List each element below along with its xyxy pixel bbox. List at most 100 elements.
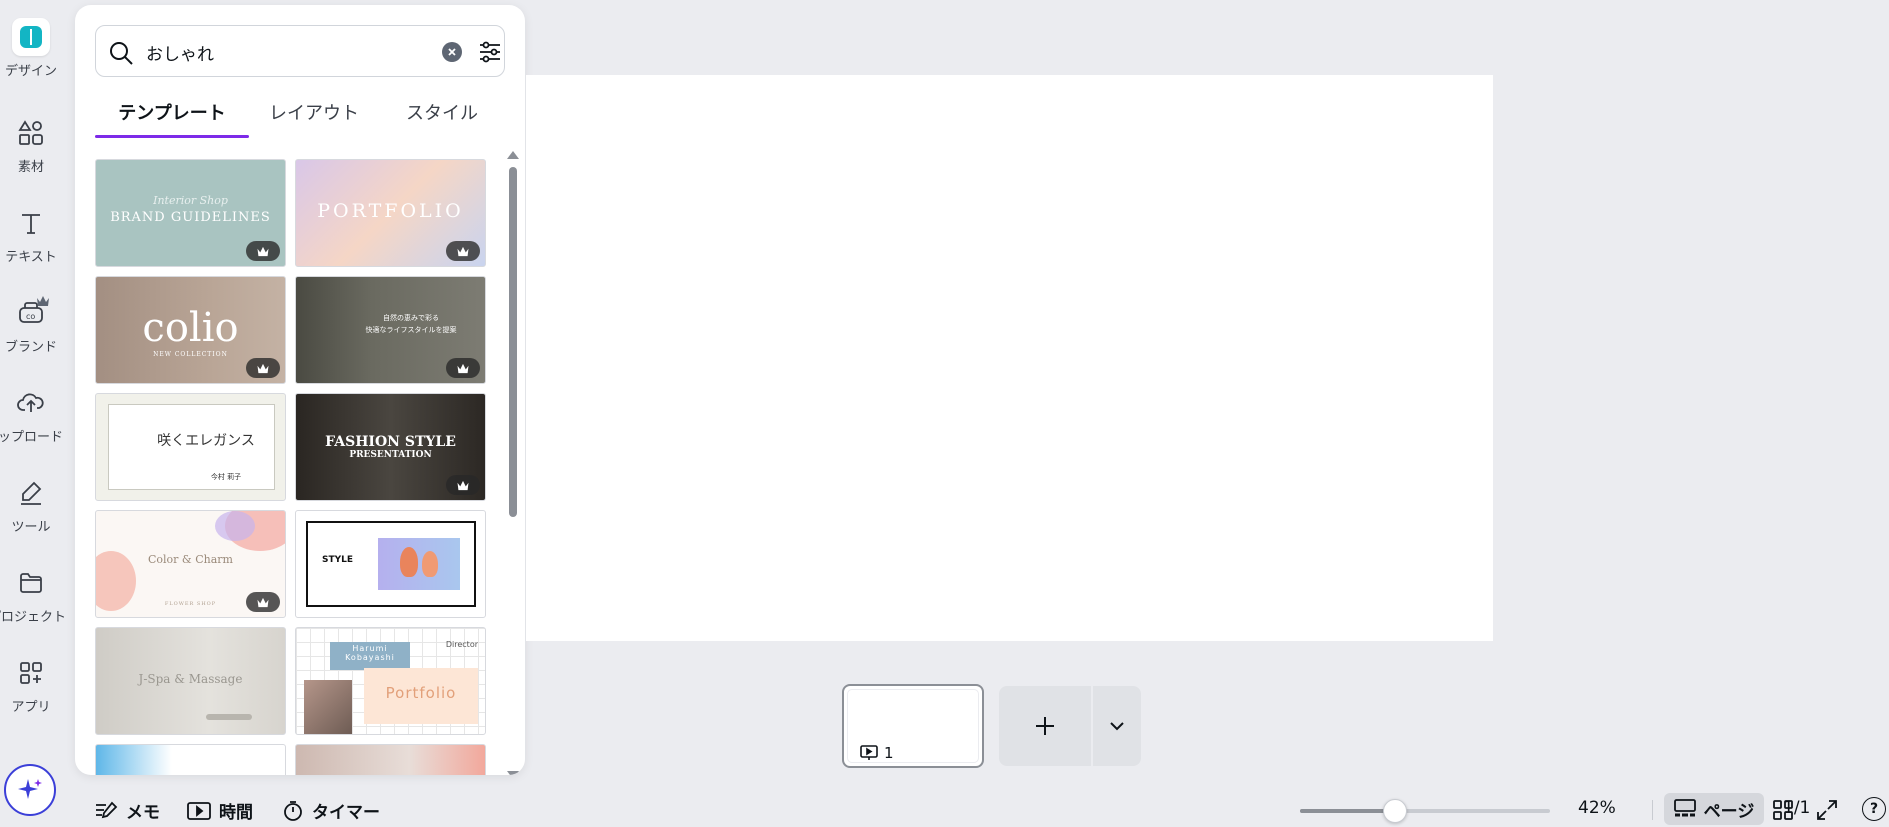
timer-label: タイマー bbox=[312, 803, 380, 823]
shapes-icon bbox=[16, 118, 46, 148]
premium-crown-icon bbox=[446, 475, 480, 495]
crown-icon bbox=[36, 292, 50, 311]
scroll-up-arrow-icon[interactable] bbox=[507, 151, 519, 159]
plus-icon bbox=[1036, 717, 1054, 735]
zoom-slider-knob[interactable] bbox=[1383, 799, 1407, 823]
grid-view-icon bbox=[1773, 800, 1793, 820]
template-thumbnail[interactable]: 自然の恵みで彩る 快適なライフスタイルを提案 bbox=[295, 276, 486, 384]
filter-icon[interactable] bbox=[477, 39, 503, 69]
magic-assistant-button[interactable] bbox=[4, 764, 56, 816]
chevron-down-icon bbox=[1110, 722, 1124, 731]
pages-view-button[interactable]: ページ bbox=[1664, 793, 1764, 825]
toolbar-divider bbox=[1652, 800, 1653, 820]
bottom-toolbar: メモ 時間 タイマー 42% ページ 1/1 ? bbox=[80, 790, 1889, 827]
help-icon: ? bbox=[1862, 797, 1886, 821]
sparkle-icon bbox=[18, 779, 42, 799]
template-thumbnail[interactable]: Interior Shop BRAND GUIDELINES bbox=[95, 159, 286, 267]
rail-text[interactable]: テキスト bbox=[0, 198, 62, 278]
timing-button[interactable]: 時間 bbox=[187, 798, 253, 823]
panel-scrollbar[interactable] bbox=[507, 145, 519, 775]
clear-search-icon[interactable] bbox=[442, 42, 462, 62]
template-text: PORTFOLIO bbox=[317, 200, 464, 222]
tab-styles[interactable]: スタイル bbox=[379, 91, 505, 139]
rail-label-uploads: アップロード bbox=[0, 430, 64, 445]
template-thumbnail[interactable]: STYLE bbox=[295, 510, 486, 618]
rail-label-tools: ツール bbox=[11, 520, 51, 535]
template-text: 自然の恵みで彩る bbox=[383, 314, 439, 322]
add-page-options-button[interactable] bbox=[1093, 686, 1141, 766]
help-button[interactable]: ? bbox=[1862, 797, 1886, 821]
scroll-down-arrow-icon[interactable] bbox=[507, 771, 519, 775]
rail-tools[interactable]: ツール bbox=[0, 468, 62, 548]
zoom-slider[interactable] bbox=[1300, 799, 1550, 823]
rail-design[interactable]: デザイン bbox=[0, 0, 62, 80]
template-thumbnail[interactable] bbox=[95, 744, 286, 775]
rail-projects[interactable]: プロジェクト bbox=[0, 558, 66, 638]
rail-elements[interactable]: 素材 bbox=[0, 108, 62, 188]
folder-icon bbox=[16, 568, 46, 598]
notes-icon bbox=[96, 801, 118, 818]
presentation-icon bbox=[860, 745, 878, 760]
page-layout-icon bbox=[1673, 799, 1696, 817]
rail-brand[interactable]: co ブランド bbox=[0, 288, 62, 368]
tab-templates[interactable]: テンプレート bbox=[95, 91, 249, 139]
template-thumbnail[interactable]: PORTFOLIO bbox=[295, 159, 486, 267]
left-rail: デザイン 素材 テキスト co ブランド アップロード ツール bbox=[0, 0, 74, 827]
template-thumbnail[interactable]: colio NEW COLLECTION bbox=[95, 276, 286, 384]
active-tab-indicator bbox=[95, 135, 249, 138]
premium-crown-icon bbox=[246, 241, 280, 261]
rail-label-apps: アプリ bbox=[11, 700, 51, 715]
premium-crown-icon bbox=[246, 358, 280, 378]
page-thumbnail[interactable]: 1 bbox=[842, 684, 984, 768]
zoom-slider-fill bbox=[1300, 809, 1395, 813]
rail-label-text: テキスト bbox=[5, 250, 57, 265]
template-thumbnail[interactable]: Harumi Kobayashi Director Portfolio bbox=[295, 627, 486, 735]
page-number: 1 bbox=[884, 744, 894, 762]
page-thumbnail-label: 1 bbox=[860, 744, 894, 762]
template-text: STYLE bbox=[322, 555, 354, 565]
template-thumbnail[interactable]: FASHION STYLE PRESENTATION bbox=[295, 393, 486, 501]
zoom-level[interactable]: 42% bbox=[1578, 798, 1616, 818]
play-icon bbox=[187, 801, 211, 820]
scrollbar-thumb[interactable] bbox=[509, 167, 517, 517]
cloud-upload-icon bbox=[16, 388, 46, 418]
search-input[interactable] bbox=[146, 38, 406, 66]
tab-layouts[interactable]: レイアウト bbox=[249, 91, 379, 139]
notes-label: メモ bbox=[126, 803, 160, 823]
template-thumbnail[interactable]: J-Spa & Massage bbox=[95, 627, 286, 735]
svg-text:co: co bbox=[26, 312, 35, 321]
template-text: Color & Charm bbox=[148, 553, 233, 566]
premium-crown-icon bbox=[246, 592, 280, 612]
design-canvas[interactable] bbox=[526, 75, 1493, 641]
notes-button[interactable]: メモ bbox=[94, 798, 160, 823]
rail-label-elements: 素材 bbox=[17, 160, 44, 175]
grid-view-button[interactable] bbox=[1772, 799, 1794, 821]
premium-crown-icon bbox=[446, 358, 480, 378]
apps-grid-icon bbox=[16, 658, 46, 688]
timing-label: 時間 bbox=[219, 803, 253, 823]
search-box bbox=[95, 25, 505, 77]
template-text: Portfolio bbox=[385, 684, 457, 702]
premium-crown-icon bbox=[446, 241, 480, 261]
template-text: colio bbox=[142, 305, 239, 351]
rail-label-brand: ブランド bbox=[4, 340, 57, 355]
template-thumbnail[interactable] bbox=[295, 744, 486, 775]
rail-label-projects: プロジェクト bbox=[0, 610, 67, 625]
rail-apps[interactable]: アプリ bbox=[0, 648, 62, 728]
timer-button[interactable]: タイマー bbox=[282, 798, 380, 823]
template-text: FASHION STYLE bbox=[325, 434, 456, 450]
template-text: Interior Shop bbox=[153, 194, 228, 207]
template-text: NEW COLLECTION bbox=[153, 351, 228, 358]
add-page-button[interactable] bbox=[999, 686, 1091, 766]
template-text: J-Spa & Massage bbox=[138, 672, 243, 686]
rail-uploads[interactable]: アップロード bbox=[0, 378, 64, 458]
panel-tabs: テンプレート レイアウト スタイル bbox=[95, 91, 505, 139]
template-text: 咲くエレガンス bbox=[157, 433, 255, 449]
rail-label-design: デザイン bbox=[4, 64, 57, 79]
template-text: 快適なライフスタイルを提案 bbox=[365, 326, 457, 334]
template-thumbnail[interactable]: Color & Charm FLOWER SHOP bbox=[95, 510, 286, 618]
template-thumbnail[interactable]: 咲くエレガンス 今村 莉子 bbox=[95, 393, 286, 501]
search-icon bbox=[108, 40, 134, 70]
expand-icon bbox=[1817, 800, 1837, 820]
fullscreen-button[interactable] bbox=[1816, 799, 1838, 821]
